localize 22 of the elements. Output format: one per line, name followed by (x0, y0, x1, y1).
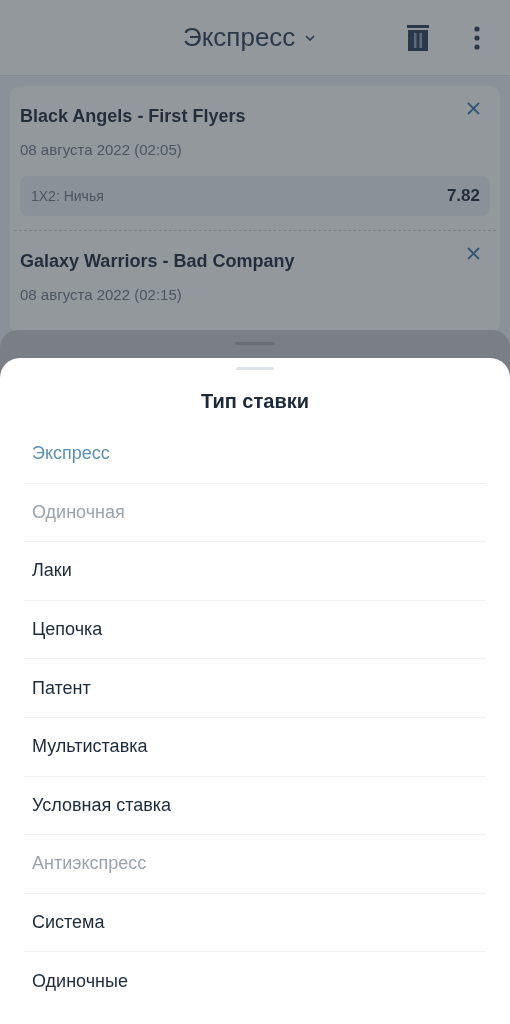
sheet-title: Тип ставки (200, 390, 310, 413)
outcome-label: 1X2: Ничья (31, 188, 104, 204)
match-date: 08 августа 2022 (02:05) (20, 141, 183, 158)
odds-value: 7.82 (446, 186, 480, 206)
match-title: Galaxy Warriors - Bad Company (20, 251, 295, 272)
caret-icon (305, 34, 316, 41)
bet-type-option[interactable]: Система (24, 893, 486, 953)
bet-type-option[interactable]: Условная ставка (24, 776, 486, 836)
bet-type-dropdown[interactable]: Экспресс (183, 22, 316, 53)
bet-type-option[interactable]: Мультиставка (24, 717, 486, 777)
close-icon[interactable] (467, 247, 480, 260)
bet-type-option[interactable]: Патент (24, 659, 486, 718)
more-icon[interactable] (474, 25, 480, 50)
drag-handle[interactable] (236, 367, 274, 370)
match-title: Black Angels - First Flyers (20, 106, 246, 127)
close-icon[interactable] (467, 102, 480, 115)
trash-icon[interactable] (407, 24, 429, 51)
bet-type-option[interactable]: Экспресс (24, 425, 486, 484)
bet-type-option[interactable]: Одиночные (24, 952, 486, 1011)
bet-type-option[interactable]: Лаки (24, 542, 486, 601)
match-date: 08 августа 2022 (02:15) (20, 286, 183, 303)
bet-type-option[interactable]: Цепочка (24, 600, 486, 660)
